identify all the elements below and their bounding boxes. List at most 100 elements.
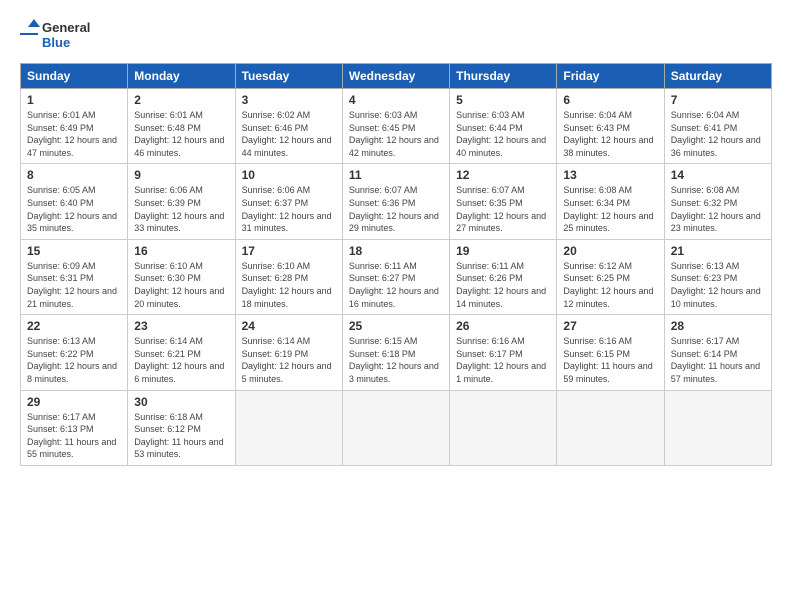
calendar-cell	[557, 390, 664, 465]
cell-info: Sunrise: 6:04 AMSunset: 6:41 PMDaylight:…	[671, 110, 761, 158]
calendar-cell: 24Sunrise: 6:14 AMSunset: 6:19 PMDayligh…	[235, 315, 342, 390]
col-header-wednesday: Wednesday	[342, 64, 449, 89]
cell-info: Sunrise: 6:01 AMSunset: 6:48 PMDaylight:…	[134, 110, 224, 158]
day-number: 2	[134, 93, 228, 107]
cell-info: Sunrise: 6:15 AMSunset: 6:18 PMDaylight:…	[349, 336, 439, 384]
day-number: 28	[671, 319, 765, 333]
calendar-cell	[664, 390, 771, 465]
calendar-cell: 27 Sunrise: 6:16 AMSunset: 6:15 PMDayligh…	[557, 315, 664, 390]
day-number: 8	[27, 168, 121, 182]
week-row-3: 15 Sunrise: 6:09 AMSunset: 6:31 PMDayligh…	[21, 239, 772, 314]
cell-info: Sunrise: 6:08 AMSunset: 6:34 PMDaylight:…	[563, 185, 653, 233]
cell-info: Sunrise: 6:09 AMSunset: 6:31 PMDaylight:…	[27, 261, 117, 309]
calendar-cell: 29 Sunrise: 6:17 AMSunset: 6:13 PMDayligh…	[21, 390, 128, 465]
calendar-cell: 11Sunrise: 6:07 AMSunset: 6:36 PMDayligh…	[342, 164, 449, 239]
svg-text:General: General	[42, 20, 90, 35]
calendar-cell: 14Sunrise: 6:08 AMSunset: 6:32 PMDayligh…	[664, 164, 771, 239]
calendar-cell: 2 Sunrise: 6:01 AMSunset: 6:48 PMDaylight…	[128, 89, 235, 164]
calendar-cell: 6Sunrise: 6:04 AMSunset: 6:43 PMDaylight…	[557, 89, 664, 164]
day-number: 5	[456, 93, 550, 107]
calendar-cell: 4Sunrise: 6:03 AMSunset: 6:45 PMDaylight…	[342, 89, 449, 164]
week-row-4: 22 Sunrise: 6:13 AMSunset: 6:22 PMDayligh…	[21, 315, 772, 390]
calendar-cell: 9 Sunrise: 6:06 AMSunset: 6:39 PMDaylight…	[128, 164, 235, 239]
day-number: 19	[456, 244, 550, 258]
svg-text:Blue: Blue	[42, 35, 70, 50]
calendar-cell: 12Sunrise: 6:07 AMSunset: 6:35 PMDayligh…	[450, 164, 557, 239]
calendar-cell: 15 Sunrise: 6:09 AMSunset: 6:31 PMDayligh…	[21, 239, 128, 314]
calendar-cell: 25 Sunrise: 6:15 AMSunset: 6:18 PMDayligh…	[342, 315, 449, 390]
calendar-cell: 22 Sunrise: 6:13 AMSunset: 6:22 PMDayligh…	[21, 315, 128, 390]
day-number: 24	[242, 319, 336, 333]
calendar-cell: 28 Sunrise: 6:17 AMSunset: 6:14 PMDayligh…	[664, 315, 771, 390]
calendar-cell: 3 Sunrise: 6:02 AMSunset: 6:46 PMDaylight…	[235, 89, 342, 164]
day-number: 10	[242, 168, 336, 182]
cell-info: Sunrise: 6:03 AMSunset: 6:44 PMDaylight:…	[456, 110, 546, 158]
col-header-sunday: Sunday	[21, 64, 128, 89]
calendar-cell	[450, 390, 557, 465]
cell-info: Sunrise: 6:07 AMSunset: 6:35 PMDaylight:…	[456, 185, 546, 233]
col-header-monday: Monday	[128, 64, 235, 89]
cell-info: Sunrise: 6:13 AMSunset: 6:22 PMDaylight:…	[27, 336, 117, 384]
calendar-cell: 19 Sunrise: 6:11 AMSunset: 6:26 PMDayligh…	[450, 239, 557, 314]
col-header-thursday: Thursday	[450, 64, 557, 89]
cell-info: Sunrise: 6:04 AMSunset: 6:43 PMDaylight:…	[563, 110, 653, 158]
cell-info: Sunrise: 6:13 AMSunset: 6:23 PMDaylight:…	[671, 261, 761, 309]
cell-info: Sunrise: 6:17 AMSunset: 6:14 PMDaylight:…	[671, 336, 760, 384]
day-number: 27	[563, 319, 657, 333]
day-number: 26	[456, 319, 550, 333]
header: General Blue	[20, 15, 772, 53]
day-number: 17	[242, 244, 336, 258]
cell-info: Sunrise: 6:02 AMSunset: 6:46 PMDaylight:…	[242, 110, 332, 158]
calendar-cell: 5 Sunrise: 6:03 AMSunset: 6:44 PMDaylight…	[450, 89, 557, 164]
calendar-cell: 20Sunrise: 6:12 AMSunset: 6:25 PMDayligh…	[557, 239, 664, 314]
cell-info: Sunrise: 6:14 AMSunset: 6:21 PMDaylight:…	[134, 336, 224, 384]
page: General Blue SundayMondayTuesdayWednesda…	[0, 0, 792, 612]
cell-info: Sunrise: 6:06 AMSunset: 6:37 PMDaylight:…	[242, 185, 332, 233]
calendar-cell: 1 Sunrise: 6:01 AMSunset: 6:49 PMDaylight…	[21, 89, 128, 164]
day-number: 7	[671, 93, 765, 107]
cell-info: Sunrise: 6:05 AMSunset: 6:40 PMDaylight:…	[27, 185, 117, 233]
calendar-cell: 21 Sunrise: 6:13 AMSunset: 6:23 PMDayligh…	[664, 239, 771, 314]
day-number: 15	[27, 244, 121, 258]
calendar-table: SundayMondayTuesdayWednesdayThursdayFrid…	[20, 63, 772, 466]
calendar-cell: 8 Sunrise: 6:05 AMSunset: 6:40 PMDaylight…	[21, 164, 128, 239]
day-number: 18	[349, 244, 443, 258]
day-number: 13	[563, 168, 657, 182]
calendar-cell	[235, 390, 342, 465]
logo: General Blue	[20, 15, 110, 53]
cell-info: Sunrise: 6:08 AMSunset: 6:32 PMDaylight:…	[671, 185, 761, 233]
day-number: 16	[134, 244, 228, 258]
cell-info: Sunrise: 6:12 AMSunset: 6:25 PMDaylight:…	[563, 261, 653, 309]
week-row-2: 8 Sunrise: 6:05 AMSunset: 6:40 PMDaylight…	[21, 164, 772, 239]
cell-info: Sunrise: 6:16 AMSunset: 6:15 PMDaylight:…	[563, 336, 652, 384]
day-number: 1	[27, 93, 121, 107]
cell-info: Sunrise: 6:11 AMSunset: 6:27 PMDaylight:…	[349, 261, 439, 309]
cell-info: Sunrise: 6:06 AMSunset: 6:39 PMDaylight:…	[134, 185, 224, 233]
week-row-1: 1 Sunrise: 6:01 AMSunset: 6:49 PMDaylight…	[21, 89, 772, 164]
cell-info: Sunrise: 6:01 AMSunset: 6:49 PMDaylight:…	[27, 110, 117, 158]
calendar-cell: 23Sunrise: 6:14 AMSunset: 6:21 PMDayligh…	[128, 315, 235, 390]
cell-info: Sunrise: 6:07 AMSunset: 6:36 PMDaylight:…	[349, 185, 439, 233]
day-number: 25	[349, 319, 443, 333]
day-number: 9	[134, 168, 228, 182]
calendar-cell: 10 Sunrise: 6:06 AMSunset: 6:37 PMDayligh…	[235, 164, 342, 239]
calendar-cell	[342, 390, 449, 465]
col-header-saturday: Saturday	[664, 64, 771, 89]
header-row: SundayMondayTuesdayWednesdayThursdayFrid…	[21, 64, 772, 89]
cell-info: Sunrise: 6:10 AMSunset: 6:28 PMDaylight:…	[242, 261, 332, 309]
cell-info: Sunrise: 6:17 AMSunset: 6:13 PMDaylight:…	[27, 412, 116, 460]
day-number: 3	[242, 93, 336, 107]
day-number: 22	[27, 319, 121, 333]
calendar-cell: 13 Sunrise: 6:08 AMSunset: 6:34 PMDayligh…	[557, 164, 664, 239]
day-number: 21	[671, 244, 765, 258]
col-header-tuesday: Tuesday	[235, 64, 342, 89]
cell-info: Sunrise: 6:10 AMSunset: 6:30 PMDaylight:…	[134, 261, 224, 309]
day-number: 29	[27, 395, 121, 409]
cell-info: Sunrise: 6:18 AMSunset: 6:12 PMDaylight:…	[134, 412, 223, 460]
cell-info: Sunrise: 6:11 AMSunset: 6:26 PMDaylight:…	[456, 261, 546, 309]
cell-info: Sunrise: 6:03 AMSunset: 6:45 PMDaylight:…	[349, 110, 439, 158]
day-number: 30	[134, 395, 228, 409]
col-header-friday: Friday	[557, 64, 664, 89]
calendar-cell: 26Sunrise: 6:16 AMSunset: 6:17 PMDayligh…	[450, 315, 557, 390]
calendar-cell: 7 Sunrise: 6:04 AMSunset: 6:41 PMDaylight…	[664, 89, 771, 164]
